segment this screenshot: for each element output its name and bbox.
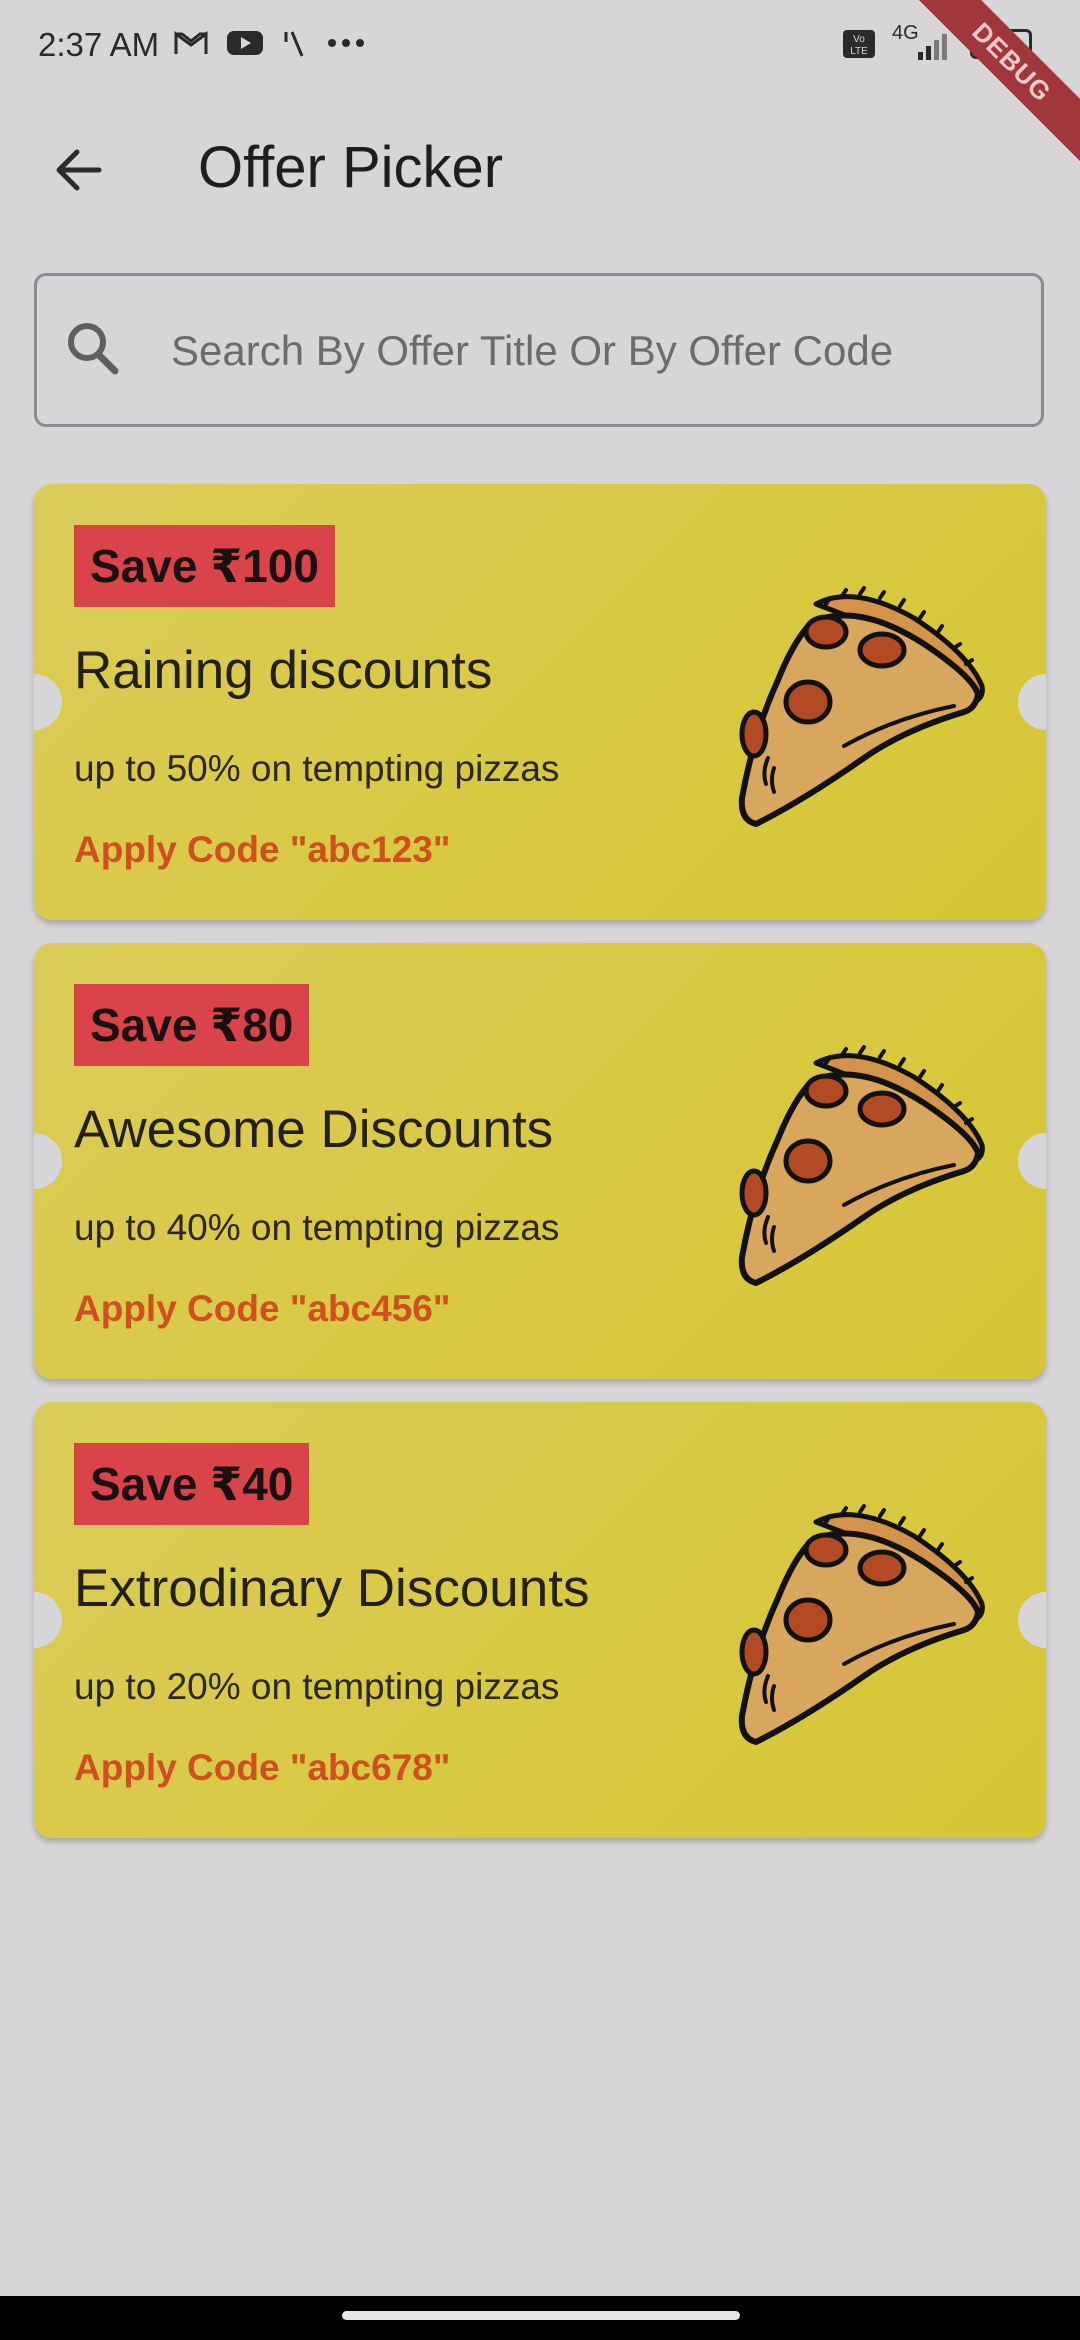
apply-code-link[interactable]: Apply Code "abc456" xyxy=(74,1288,450,1330)
arrow-left-icon xyxy=(56,149,102,191)
offer-description: up to 50% on tempting pizzas xyxy=(74,748,560,789)
ticket-notch xyxy=(1018,1592,1046,1648)
ticket-notch xyxy=(34,674,62,730)
ticket-notch xyxy=(34,1592,62,1648)
volte-icon: Vo LTE xyxy=(843,30,875,58)
status-bar: 2:37 AM Vo LTE 4G DEBUG xyxy=(0,0,1080,170)
search-input[interactable] xyxy=(169,276,1013,426)
search-box[interactable] xyxy=(34,273,1044,427)
home-indicator[interactable] xyxy=(342,2311,740,2320)
save-badge: Save ₹80 xyxy=(74,984,310,1066)
apply-code-link[interactable]: Apply Code "abc123" xyxy=(74,829,450,871)
app-notification-icon xyxy=(284,31,304,57)
offer-card[interactable]: Save ₹40 Extrodinary Discounts up to 20%… xyxy=(34,1402,1046,1838)
status-time: 2:37 AM xyxy=(38,26,160,63)
page-title: Offer Picker xyxy=(198,135,504,200)
save-badge: Save ₹40 xyxy=(74,1443,310,1525)
app-bar: Offer Picker xyxy=(0,96,1080,246)
offer-card[interactable]: Save ₹100 Raining discounts up to 50% on… xyxy=(34,484,1046,920)
system-nav-bar xyxy=(0,2296,1080,2340)
signal-icon xyxy=(918,34,947,60)
pizza-slice-icon xyxy=(738,1045,985,1286)
offer-description: up to 40% on tempting pizzas xyxy=(74,1207,560,1248)
ticket-notch xyxy=(34,1133,62,1189)
youtube-icon xyxy=(227,31,263,55)
svg-text:LTE: LTE xyxy=(850,46,868,57)
offer-title: Extrodinary Discounts xyxy=(74,1559,590,1618)
ticket-notch xyxy=(1018,1133,1046,1189)
pizza-slice-icon xyxy=(738,1504,985,1745)
offer-title: Raining discounts xyxy=(74,641,493,700)
notification-icons xyxy=(174,28,366,58)
offer-card[interactable]: Save ₹80 Awesome Discounts up to 40% on … xyxy=(34,943,1046,1379)
signal-indicator: 4G xyxy=(888,22,958,62)
pizza-slice-icon xyxy=(738,586,985,827)
search-icon xyxy=(68,323,119,375)
ticket-notch xyxy=(1018,674,1046,730)
offer-description: up to 20% on tempting pizzas xyxy=(74,1666,560,1707)
apply-code-link[interactable]: Apply Code "abc678" xyxy=(74,1747,450,1789)
offer-list: Save ₹100 Raining discounts up to 50% on… xyxy=(34,484,1046,1861)
offer-title: Awesome Discounts xyxy=(74,1100,554,1159)
more-icon xyxy=(328,39,364,47)
svg-text:Vo: Vo xyxy=(853,34,865,45)
gmail-icon xyxy=(174,31,208,54)
save-badge: Save ₹100 xyxy=(74,525,335,607)
back-button[interactable] xyxy=(44,136,112,204)
